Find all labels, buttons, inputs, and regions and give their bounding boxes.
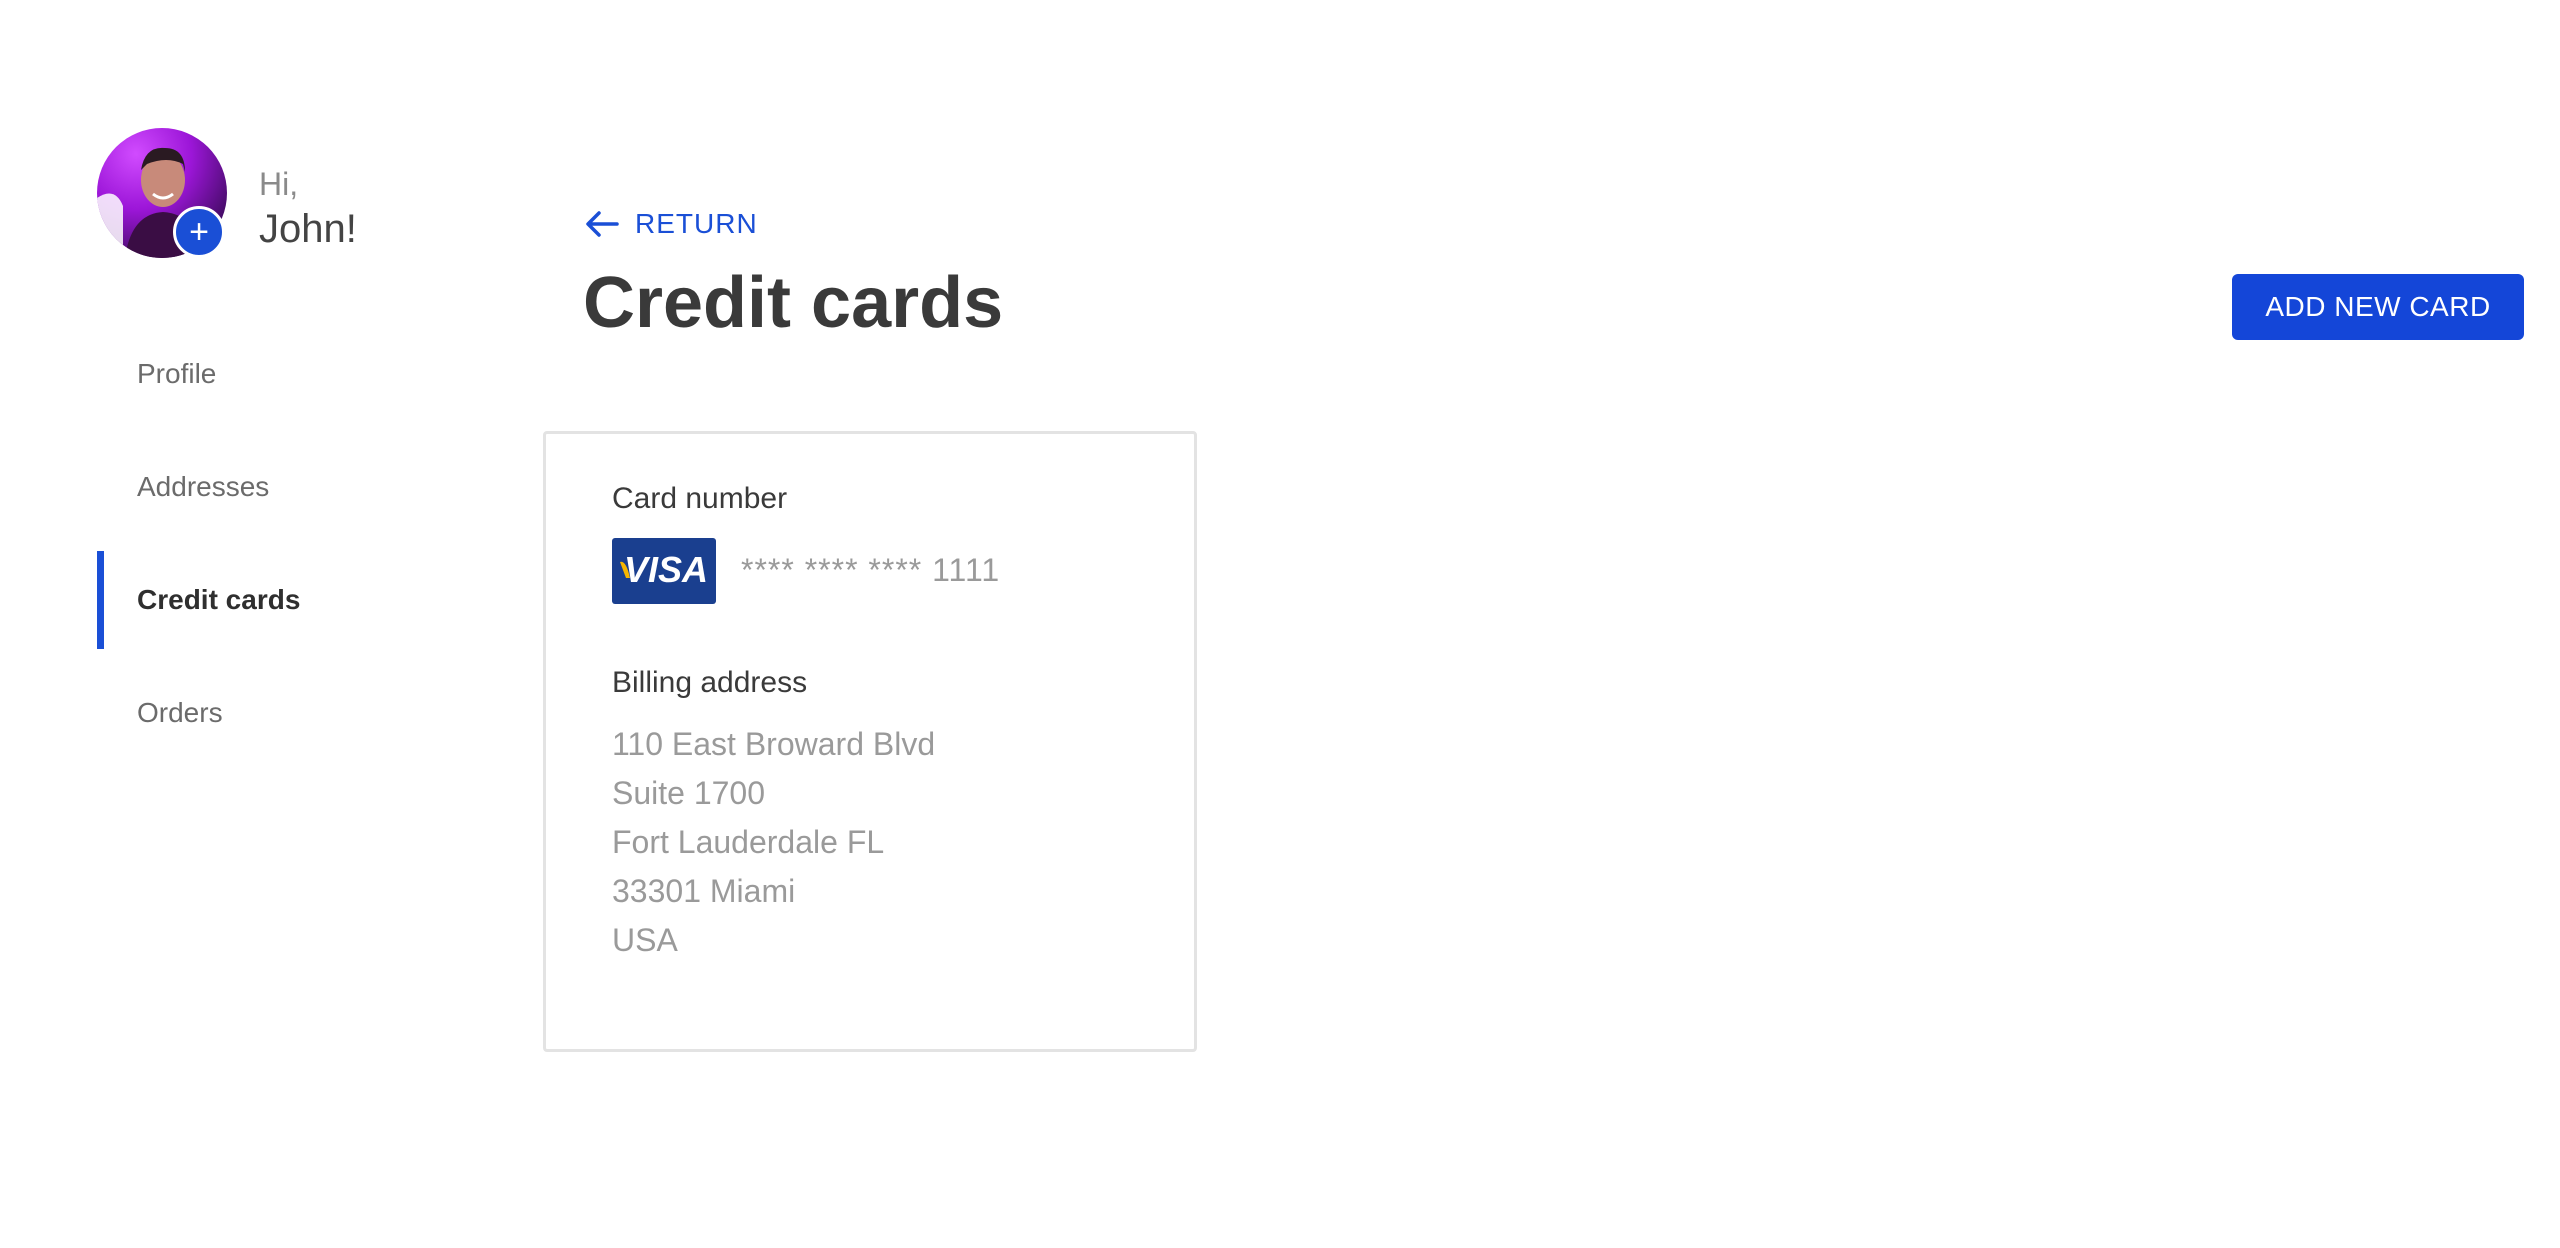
sidebar-item-label: Credit cards <box>137 584 301 615</box>
greeting-name: John! <box>259 207 357 251</box>
address-line: 110 East Broward Blvd <box>612 726 936 762</box>
sidebar-item-label: Addresses <box>137 471 270 502</box>
sidebar-item-addresses[interactable]: Addresses <box>97 438 397 536</box>
visa-logo-icon: VISA <box>612 538 716 604</box>
sidebar-item-profile[interactable]: Profile <box>97 325 397 423</box>
sidebar-nav: Profile Addresses Credit cards Orders <box>97 325 397 777</box>
credit-card-tile[interactable]: Card number VISA **** **** **** 1111 Bil… <box>543 431 1197 1052</box>
return-label: RETURN <box>635 208 758 239</box>
return-link[interactable]: RETURN <box>585 208 758 240</box>
plus-icon: + <box>189 213 209 251</box>
sidebar-item-label: Orders <box>137 697 223 728</box>
visa-logo: VISA <box>620 549 708 590</box>
billing-address: 110 East Broward Blvd Suite 1700 Fort La… <box>612 720 935 965</box>
card-number-label: Card number <box>612 482 788 515</box>
greeting: Hi, John! <box>259 164 357 254</box>
address-line: Suite 1700 <box>612 775 766 811</box>
arrow-left-icon <box>586 211 619 237</box>
greeting-hi: Hi, <box>259 166 299 202</box>
address-line: 33301 Miami <box>612 873 796 909</box>
visa-brand-text: VISA <box>624 549 708 590</box>
sidebar-item-credit-cards[interactable]: Credit cards <box>97 551 397 649</box>
address-line: Fort Lauderdale FL <box>612 824 885 860</box>
user-avatar-block: + <box>97 128 227 258</box>
add-new-card-button[interactable]: ADD NEW CARD <box>2232 274 2524 340</box>
page-title: Credit cards <box>583 263 1004 343</box>
card-masked-number: **** **** **** 1111 <box>741 552 1001 588</box>
sidebar-item-label: Profile <box>137 358 217 389</box>
address-line: USA <box>612 922 678 958</box>
sidebar-item-orders[interactable]: Orders <box>97 664 397 762</box>
billing-address-label: Billing address <box>612 666 808 699</box>
add-photo-button[interactable]: + <box>173 206 225 258</box>
